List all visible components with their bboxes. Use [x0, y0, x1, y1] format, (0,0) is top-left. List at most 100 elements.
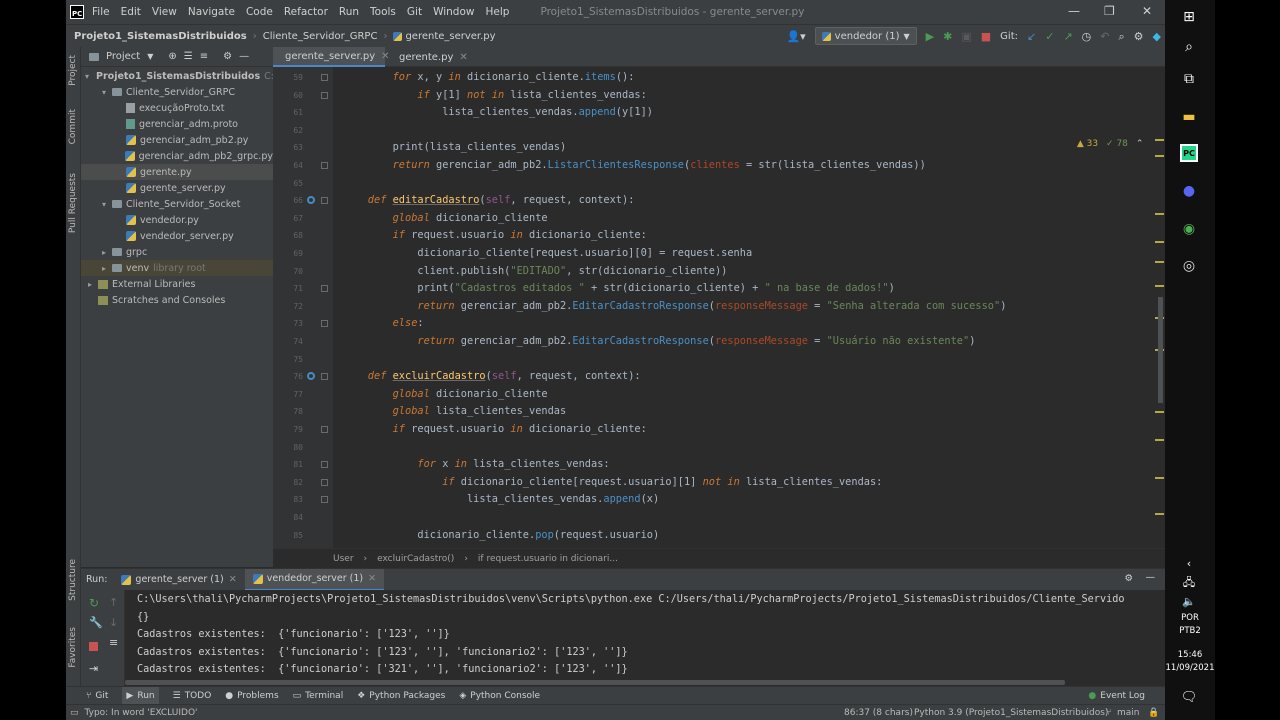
- gear-icon[interactable]: ⚙: [1124, 573, 1133, 584]
- stripe-project[interactable]: Project: [68, 55, 78, 86]
- menu-window[interactable]: Window: [433, 6, 474, 18]
- warning-marker[interactable]: [1155, 477, 1164, 479]
- debug-icon[interactable]: ✱: [943, 31, 952, 42]
- tree-item[interactable]: gerenciar_adm_pb2.py: [81, 132, 273, 148]
- stop-icon[interactable]: [89, 642, 98, 651]
- tool-git[interactable]: ⑂ Git: [86, 691, 108, 701]
- error-stripe[interactable]: [1153, 67, 1165, 548]
- history-icon[interactable]: ◷: [1082, 31, 1092, 42]
- warning-marker[interactable]: [1155, 139, 1164, 141]
- inspection-widget[interactable]: ▲ 33 ✓ 78 ⌃ ⌄: [1077, 139, 1159, 149]
- chevron-down-icon[interactable]: ▾: [99, 88, 109, 97]
- git-update-icon[interactable]: ↙: [1027, 31, 1036, 42]
- crumb-project[interactable]: Projeto1_SistemasDistribuidos: [74, 31, 247, 42]
- arrow-up-icon[interactable]: ↑: [109, 596, 118, 609]
- fold-marker-icon[interactable]: [321, 320, 328, 328]
- keyboard-layout[interactable]: PTB2: [1165, 626, 1215, 636]
- close-icon[interactable]: ✕: [368, 573, 376, 584]
- pycharm-taskbar-icon[interactable]: PC: [1180, 144, 1198, 162]
- fold-marker-icon[interactable]: [321, 162, 328, 169]
- menu-edit[interactable]: Edit: [121, 6, 141, 18]
- menu-refactor[interactable]: Refactor: [284, 6, 328, 18]
- fold-marker-icon[interactable]: [321, 461, 328, 469]
- soft-wrap-icon[interactable]: ≡: [109, 636, 118, 649]
- chevron-right-icon[interactable]: ▸: [99, 264, 109, 273]
- volume-icon[interactable]: 🔈: [1180, 592, 1198, 610]
- editor-gutter[interactable]: 59 60 61 62 63 64 65 66 67 68 69 70 71 72 73 74 75 76 77 78…: [273, 67, 333, 548]
- menu-file[interactable]: File: [92, 6, 110, 18]
- rollback-icon[interactable]: ↶: [1100, 31, 1109, 42]
- layout-icon[interactable]: ▭: [70, 708, 79, 718]
- git-branch[interactable]: main: [1117, 708, 1140, 718]
- code-line[interactable]: client.publish("EDITADO", str(dicionario…: [343, 263, 727, 281]
- code-line[interactable]: for x in lista_clientes_vendas:: [343, 456, 609, 474]
- lock-icon[interactable]: 🔒: [1148, 708, 1159, 718]
- tree-item[interactable]: ▾ Cliente_Servidor_GRPC: [81, 84, 273, 100]
- crumb-file[interactable]: gerente_server.py: [405, 31, 495, 42]
- stripe-structure[interactable]: Structure: [68, 559, 78, 601]
- run-config-select[interactable]: vendedor (1) ▼: [814, 27, 917, 45]
- tab-gerente-server[interactable]: gerente_server.py ✕: [273, 47, 390, 67]
- rerun-icon[interactable]: ↻: [89, 596, 99, 610]
- tree-item[interactable]: ▸ venv library root: [81, 260, 273, 276]
- chevron-down-icon[interactable]: ▾: [99, 200, 109, 209]
- editor-scrollbar-thumb[interactable]: [1158, 297, 1163, 403]
- expand-all-icon[interactable]: ☰: [184, 51, 193, 62]
- chevron-right-icon[interactable]: ▸: [99, 248, 109, 257]
- arrow-down-icon[interactable]: ↓: [109, 616, 118, 629]
- code-line[interactable]: return gerenciar_adm_pb2.EditarCadastroR…: [343, 333, 975, 351]
- code-line[interactable]: global dicionario_cliente: [343, 386, 548, 404]
- code-line[interactable]: return gerenciar_adm_pb2.ListarClientesR…: [343, 157, 926, 175]
- code-line[interactable]: return gerenciar_adm_pb2.EditarCadastroR…: [343, 298, 1006, 316]
- language-indicator[interactable]: POR: [1165, 613, 1215, 623]
- crumb-class[interactable]: User: [333, 554, 354, 564]
- hide-icon[interactable]: —: [239, 51, 249, 62]
- menu-help[interactable]: Help: [485, 6, 509, 18]
- git-commit-icon[interactable]: ✓: [1045, 31, 1054, 42]
- hide-icon[interactable]: —: [1146, 572, 1156, 583]
- code-line[interactable]: def editarCadastro(self, request, contex…: [343, 192, 635, 210]
- clock-time[interactable]: 15:46: [1165, 650, 1215, 660]
- code-line[interactable]: else:: [343, 315, 424, 333]
- stop-icon[interactable]: ■: [981, 31, 991, 42]
- fold-marker-icon[interactable]: [321, 426, 328, 433]
- tree-item[interactable]: ▾ Cliente_Servidor_Socket: [81, 196, 273, 212]
- interpreter[interactable]: Python 3.9 (Projeto1_SistemasDistribuido…: [914, 708, 1108, 718]
- warning-marker[interactable]: [1155, 285, 1164, 287]
- tree-item[interactable]: gerenciar_adm.proto: [81, 116, 273, 132]
- crumb-method[interactable]: excluirCadastro(): [377, 554, 454, 564]
- windows-start-icon[interactable]: ⊞: [1180, 8, 1198, 26]
- tool-problems[interactable]: ● Problems: [225, 691, 278, 701]
- file-explorer-icon[interactable]: ▬: [1180, 108, 1198, 126]
- minimize-button[interactable]: —: [1068, 4, 1080, 18]
- git-push-icon[interactable]: ↗: [1063, 31, 1072, 42]
- coverage-icon[interactable]: ▣: [961, 31, 971, 42]
- network-icon[interactable]: 🖧: [1180, 574, 1198, 592]
- clock-date[interactable]: 11/09/2021: [1165, 663, 1215, 673]
- code-editor[interactable]: ▲ 33 ✓ 78 ⌃ ⌄ for x, y in dicionario_cli…: [333, 67, 1165, 548]
- menu-git[interactable]: Git: [407, 6, 422, 18]
- code-line[interactable]: if request.usuario in dicionario_cliente…: [343, 421, 647, 439]
- chevron-up-icon[interactable]: ⌃: [1136, 139, 1144, 149]
- implements-marker-icon[interactable]: [307, 372, 315, 381]
- stripe-pull-requests[interactable]: Pull Requests: [68, 173, 78, 233]
- stripe-commit[interactable]: Commit: [68, 109, 78, 144]
- code-line[interactable]: global lista_clientes_vendas: [343, 403, 567, 421]
- menu-run[interactable]: Run: [339, 6, 359, 18]
- code-line[interactable]: if y[1] not in lista_clientes_vendas:: [343, 87, 646, 105]
- code-line[interactable]: dicionario_cliente[request.usuario][0] =…: [343, 245, 752, 263]
- tree-item[interactable]: ▾Projeto1_SistemasDistribuidosC:\U: [81, 68, 284, 84]
- gear-icon[interactable]: ⚙: [223, 51, 232, 62]
- tool-event-log[interactable]: ● Event Log: [1088, 691, 1145, 701]
- tree-item[interactable]: vendedor_server.py: [81, 228, 273, 244]
- tree-item[interactable]: ▸ grpc: [81, 244, 273, 260]
- close-button[interactable]: ✕: [1142, 4, 1152, 18]
- pin-icon[interactable]: ⇥: [89, 662, 98, 675]
- discord-icon[interactable]: ●: [1180, 182, 1198, 200]
- tree-item[interactable]: gerente_server.py: [81, 180, 273, 196]
- user-icon[interactable]: 👤▾: [786, 31, 805, 42]
- code-line[interactable]: if request.usuario in dicionario_cliente…: [343, 227, 647, 245]
- warning-marker[interactable]: [1155, 213, 1164, 215]
- warning-marker[interactable]: [1155, 439, 1164, 441]
- code-line[interactable]: for x, y in dicionario_cliente.items():: [343, 69, 635, 87]
